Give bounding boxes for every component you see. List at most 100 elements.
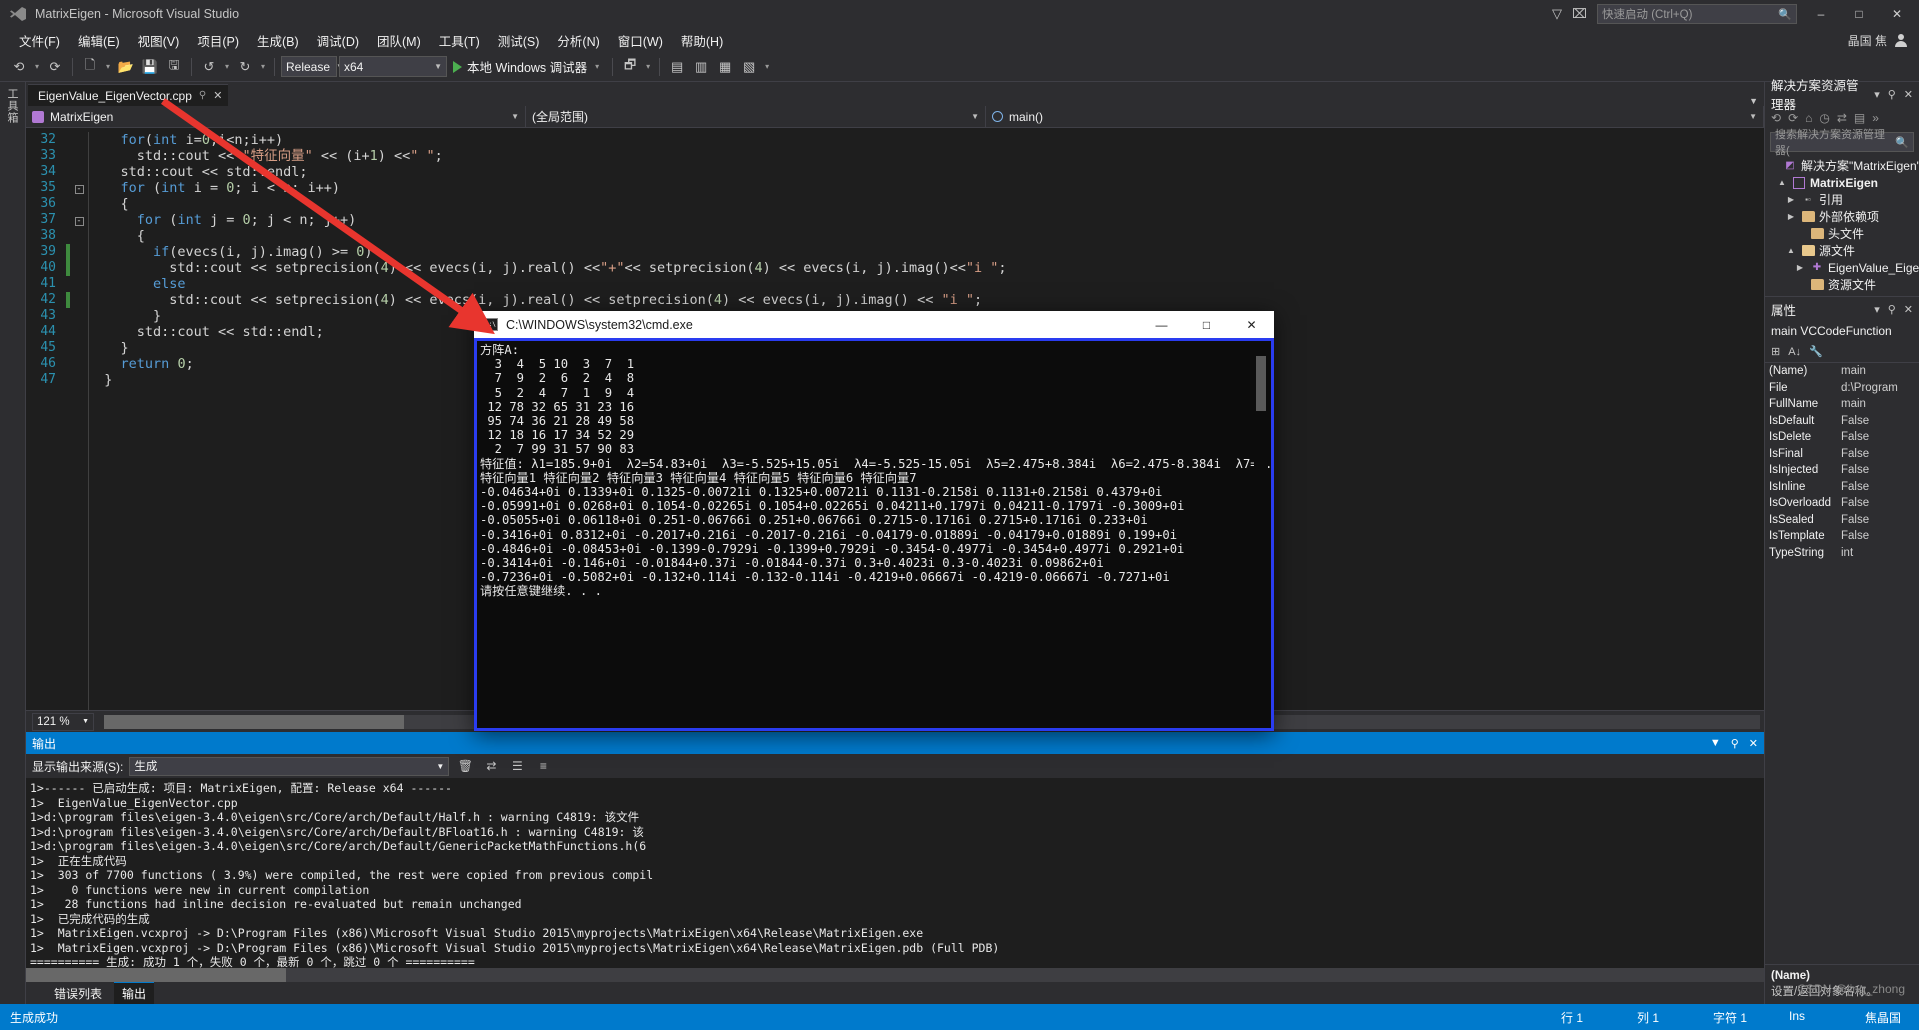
overflow-icon[interactable]: » <box>1872 111 1879 125</box>
tree-item[interactable]: ▲ MatrixEigen <box>1765 174 1919 191</box>
redo-icon[interactable]: ↻ <box>234 56 256 78</box>
tab-error-list[interactable]: 错误列表 <box>46 983 110 1004</box>
property-row[interactable]: IsSealed False <box>1765 512 1919 529</box>
account-area[interactable]: 晶国 焦 <box>1848 32 1919 49</box>
categorized-icon[interactable]: ⊞ <box>1771 345 1780 358</box>
menu-item-window[interactable]: 窗口(W) <box>609 29 672 52</box>
menu-item-edit[interactable]: 编辑(E) <box>69 29 129 52</box>
menu-item-file[interactable]: 文件(F) <box>10 29 69 52</box>
property-row[interactable]: IsOverloadd False <box>1765 495 1919 512</box>
property-row[interactable]: IsInjected False <box>1765 462 1919 479</box>
fold-toggle[interactable]: - <box>70 180 88 196</box>
pin-icon[interactable]: ⚲ <box>1888 303 1896 316</box>
uncomment-icon[interactable]: ▥ <box>690 56 712 78</box>
console-minimize-button[interactable]: — <box>1139 311 1184 338</box>
pending-changes-icon[interactable]: ◷ <box>1819 111 1829 125</box>
cmd-console-window[interactable]: c:\ C:\WINDOWS\system32\cmd.exe — □ ✕ 方阵… <box>474 311 1274 731</box>
console-body[interactable]: 方阵A: 3 4 5 10 3 7 1 7 9 2 6 2 4 8 5 2 4 … <box>474 338 1274 731</box>
tree-item[interactable]: 资源文件 <box>1765 276 1919 293</box>
fold-toggle[interactable]: - <box>70 212 88 228</box>
new-project-caret-icon[interactable]: ▾ <box>103 62 113 71</box>
properties-window-icon[interactable]: ▤ <box>1854 111 1865 125</box>
property-row[interactable]: IsDefault False <box>1765 413 1919 430</box>
scrollbar-thumb[interactable] <box>26 968 286 982</box>
scrollbar-thumb[interactable] <box>104 714 404 729</box>
attach-caret-icon[interactable]: ▾ <box>643 62 653 71</box>
chevron-down-icon[interactable]: ▾ <box>592 62 602 71</box>
console-scrollbar[interactable] <box>1254 344 1268 725</box>
chevron-down-icon[interactable]: ▾ <box>1874 303 1880 316</box>
project-scope-dropdown[interactable]: MatrixEigen ▼ <box>26 105 526 128</box>
navigate-back-icon[interactable]: ⟲ <box>8 56 30 78</box>
solution-platform-dropdown[interactable]: x64 ▼ <box>339 56 447 77</box>
chevron-down-icon[interactable]: ▼ <box>1710 737 1721 750</box>
chevron-down-icon[interactable]: ▾ <box>1874 88 1880 101</box>
property-pages-icon[interactable]: 🔧 <box>1809 345 1823 358</box>
properties-list[interactable]: (Name) main File d:\Program FullName main IsDe… <box>1765 363 1919 964</box>
tree-item[interactable]: 头文件 <box>1765 225 1919 242</box>
menu-item-help[interactable]: 帮助(H) <box>672 29 732 52</box>
back-icon[interactable]: ⟲ <box>1771 111 1781 125</box>
undo-icon[interactable]: ↺ <box>198 56 220 78</box>
console-maximize-button[interactable]: □ <box>1184 311 1229 338</box>
menu-item-build[interactable]: 生成(B) <box>248 29 308 52</box>
solution-tree[interactable]: ◩ 解决方案"MatrixEigen"(1 ▲ MatrixEigen ▶ ▪▫ 引用 ▶ 外部… <box>1765 154 1919 296</box>
chevron-right-icon[interactable]: ▶ <box>1785 195 1797 204</box>
menu-item-tools[interactable]: 工具(T) <box>430 29 489 52</box>
forward-icon[interactable]: ⟳ <box>1788 111 1798 125</box>
property-row[interactable]: (Name) main <box>1765 363 1919 380</box>
output-horizontal-scrollbar[interactable] <box>26 968 1764 982</box>
property-row[interactable]: IsInline False <box>1765 479 1919 496</box>
editor-zoom-dropdown[interactable]: 121 % ▼ <box>32 712 94 731</box>
toggle-wordwrap-icon[interactable]: ⇄ <box>481 756 501 776</box>
tree-item[interactable]: ▲ 源文件 <box>1765 242 1919 259</box>
notifications-icon[interactable]: ⌧ <box>1572 6 1587 22</box>
solution-explorer-search-input[interactable]: 搜索解决方案资源管理器( 🔍 <box>1770 129 1914 157</box>
redo-caret-icon[interactable]: ▾ <box>258 62 268 71</box>
tree-item[interactable]: ▶ 外部依赖项 <box>1765 208 1919 225</box>
menu-item-project[interactable]: 项目(P) <box>188 29 248 52</box>
menu-item-team[interactable]: 团队(M) <box>368 29 430 52</box>
menu-item-analyze[interactable]: 分析(N) <box>548 29 608 52</box>
pin-icon[interactable]: ⚲ <box>199 90 206 101</box>
close-icon[interactable]: ✕ <box>1749 737 1758 750</box>
tree-item[interactable]: ▶ ✚ EigenValue_Eige <box>1765 259 1919 276</box>
quick-launch-input[interactable]: 快速启动 (Ctrl+Q) 🔍 <box>1597 4 1797 24</box>
type-scope-dropdown[interactable]: (全局范围) ▼ <box>526 105 986 128</box>
scrollbar-thumb[interactable] <box>1256 356 1266 411</box>
go-to-message-icon[interactable]: ☰ <box>507 756 527 776</box>
save-all-icon[interactable]: 🖫 <box>163 56 185 78</box>
open-file-icon[interactable]: 📂 <box>115 56 137 78</box>
close-icon[interactable]: ✕ <box>1904 303 1913 316</box>
property-row[interactable]: FullName main <box>1765 396 1919 413</box>
console-close-button[interactable]: ✕ <box>1229 311 1274 338</box>
attach-process-icon[interactable]: 🗗 <box>619 56 641 78</box>
navigate-forward-icon[interactable]: ⟳ <box>44 56 66 78</box>
start-debugging-button[interactable]: 本地 Windows 调试器 ▾ <box>449 57 606 76</box>
tree-item[interactable]: ◩ 解决方案"MatrixEigen"(1 <box>1765 157 1919 174</box>
outdent-icon[interactable]: ▧ <box>738 56 760 78</box>
alphabetical-icon[interactable]: A↓ <box>1788 346 1801 358</box>
property-row[interactable]: IsDelete False <box>1765 429 1919 446</box>
tab-output[interactable]: 输出 <box>114 981 155 1004</box>
property-row[interactable]: IsFinal False <box>1765 446 1919 463</box>
chevron-right-icon[interactable]: ▶ <box>1785 212 1797 221</box>
sync-icon[interactable]: ⇄ <box>1837 111 1847 125</box>
menu-item-test[interactable]: 测试(S) <box>489 29 549 52</box>
output-source-dropdown[interactable]: 生成 ▼ <box>129 756 450 776</box>
close-icon[interactable]: ✕ <box>213 89 222 102</box>
close-icon[interactable]: ✕ <box>1904 88 1913 101</box>
navigate-back-caret-icon[interactable]: ▾ <box>32 62 42 71</box>
solution-configuration-dropdown[interactable]: Release ▼ <box>281 56 344 77</box>
tab-eigenvalue-cpp[interactable]: EigenValue_EigenVector.cpp ⚲ ✕ <box>28 84 229 106</box>
maximize-button[interactable]: □ <box>1845 4 1873 24</box>
toolbar-overflow-icon[interactable]: ▾ <box>762 62 772 71</box>
pin-icon[interactable]: ⚲ <box>1888 88 1896 101</box>
undo-caret-icon[interactable]: ▾ <box>222 62 232 71</box>
home-icon[interactable]: ⌂ <box>1805 111 1812 125</box>
chevron-right-icon[interactable]: ▶ <box>1794 263 1806 272</box>
property-row[interactable]: TypeString int <box>1765 545 1919 562</box>
find-message-icon[interactable]: ≡ <box>533 756 553 776</box>
left-tool-strip[interactable]: 工具箱 <box>0 82 26 1004</box>
chevron-down-icon[interactable]: ▲ <box>1785 246 1797 255</box>
